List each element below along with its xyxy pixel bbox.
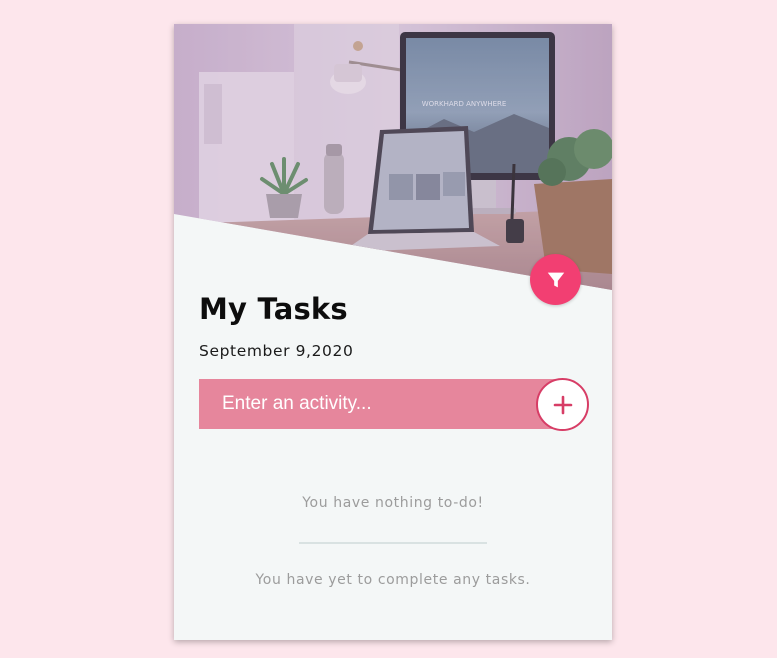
current-date: September 9,2020 [199, 342, 354, 360]
page-title: My Tasks [199, 292, 348, 326]
add-activity-row [199, 378, 591, 431]
plus-icon [553, 395, 572, 414]
filter-icon [547, 272, 564, 287]
empty-todo-message: You have nothing to-do! [302, 495, 484, 511]
section-divider [299, 542, 487, 544]
activity-input[interactable] [199, 379, 559, 429]
hero-image: WORKHARD ANYWHERE [174, 24, 612, 292]
todo-card: WORKHARD ANYWHERE My Tasks September 9,2… [174, 24, 612, 640]
filter-button[interactable] [530, 254, 581, 305]
add-activity-button[interactable] [536, 378, 589, 431]
empty-completed-message: You have yet to complete any tasks. [255, 572, 531, 588]
